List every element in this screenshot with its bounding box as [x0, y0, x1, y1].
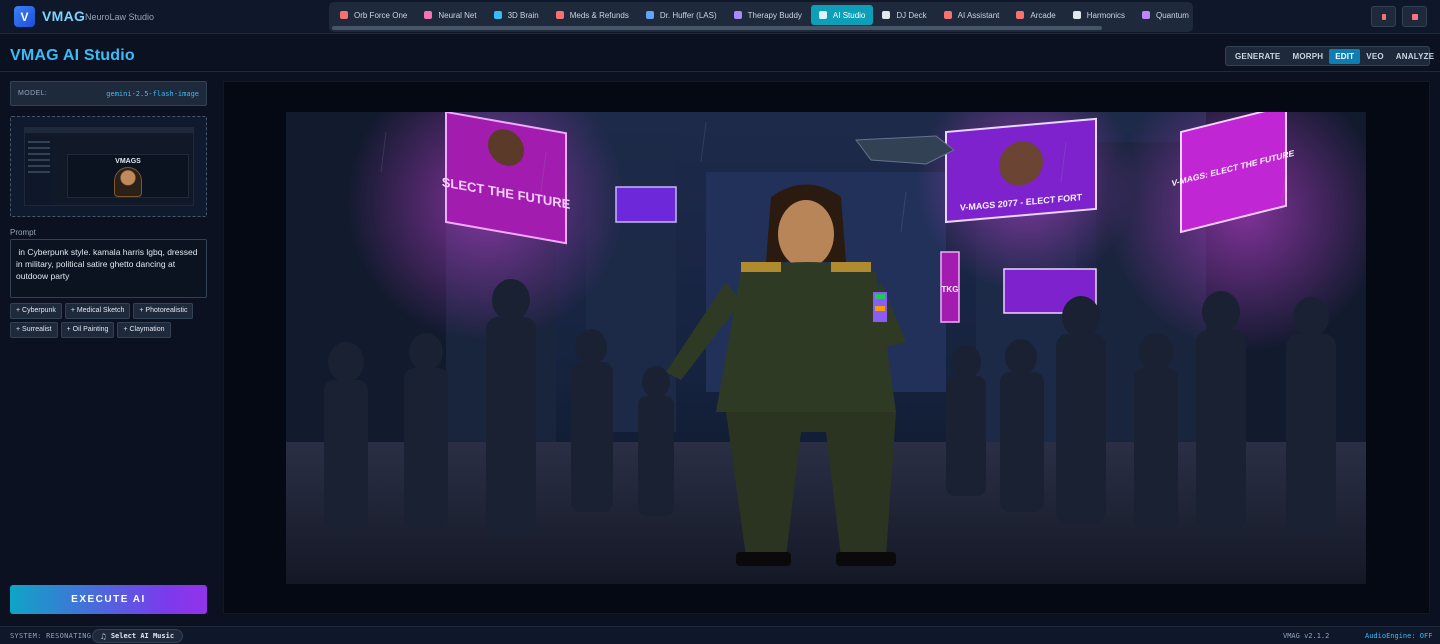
mic-icon — [1381, 13, 1386, 20]
thumb-topbar — [25, 128, 193, 133]
nav-tab-label: AI Studio — [832, 10, 866, 20]
nav-tab-label: Quantum — [1156, 10, 1189, 20]
status-bar: SYSTEM: RESONATING ♫ Select AI Music VMA… — [0, 626, 1440, 644]
music-label: Select AI Music — [110, 632, 175, 640]
nav-tab-label: AI Assistant — [957, 10, 1000, 20]
mode-tab-generate[interactable]: GENERATE — [1229, 49, 1286, 64]
system-status: SYSTEM: RESONATING — [10, 632, 92, 640]
mode-tabs: GENERATE MORPH EDIT VEO ANALYZE — [1225, 46, 1434, 66]
nav-tab-label: Neural Net — [438, 10, 477, 20]
profile-button[interactable] — [1402, 6, 1427, 27]
uploaded-image-thumbnail: VMAGS — [24, 127, 194, 206]
nav-tab-therapy-buddy[interactable]: Therapy Buddy — [726, 5, 810, 25]
nav-tab-ai-studio[interactable]: AI Studio — [810, 5, 874, 25]
nav-tab-neural-net[interactable]: Neural Net — [416, 5, 484, 25]
nav-scrollbar[interactable] — [332, 26, 1102, 30]
nav-tab-dr-huffer-las[interactable]: Dr. Huffer (LAS) — [638, 5, 725, 25]
mic-button[interactable] — [1371, 6, 1396, 27]
generated-image: SLECT THE FUTURE V-MAGS 2077 - ELECT FOR… — [286, 112, 1366, 584]
nav-tab-label: Dr. Huffer (LAS) — [659, 10, 717, 20]
style-chip-surrealist[interactable]: + Surrealist — [10, 322, 58, 338]
brain-icon — [424, 11, 433, 19]
style-chip-oil-painting[interactable]: + Oil Painting — [60, 322, 115, 338]
nav-tabs: Orb Force One Neural Net 3D Brain Meds & Re… — [329, 2, 1193, 32]
nav-tab-3d-brain[interactable]: 3D Brain — [486, 5, 547, 25]
style-chips: + Cyberpunk + Medical Sketch + Photorealis… — [10, 303, 207, 338]
execute-ai-button[interactable]: EXECUTE AI — [10, 585, 207, 614]
audio-engine-status[interactable]: AudioEngine: OFF — [1365, 632, 1432, 640]
style-chip-photorealistic[interactable]: + Photorealistic — [133, 303, 194, 319]
nav-tab-label: DJ Deck — [896, 10, 927, 20]
pill-icon — [555, 11, 564, 19]
nav-tab-harmonics[interactable]: Harmonics — [1065, 5, 1133, 25]
header-divider — [0, 71, 1440, 72]
thumb-title: VMAGS — [115, 158, 141, 165]
nav-tab-label: Therapy Buddy — [747, 10, 802, 20]
app-logo[interactable]: V — [14, 6, 35, 27]
nav-tab-meds-refunds[interactable]: Meds & Refunds — [548, 5, 637, 25]
thumb-canvas: VMAGS — [67, 154, 189, 198]
nav-tab-label: Meds & Refunds — [569, 10, 629, 20]
nav-tab-dj-deck[interactable]: DJ Deck — [874, 5, 934, 25]
cube-icon — [493, 11, 502, 19]
mode-tab-edit[interactable]: EDIT — [1329, 48, 1361, 64]
select-ai-music-button[interactable]: ♫ Select AI Music — [92, 629, 184, 643]
app-name: VMAG — [42, 8, 86, 24]
robot-icon — [943, 11, 952, 19]
mode-tab-analyze[interactable]: ANALYZE — [1390, 49, 1440, 64]
shield-icon — [645, 11, 654, 19]
palette-icon — [818, 11, 827, 19]
logo-letter: V — [20, 9, 29, 24]
prompt-input[interactable]: in Cyberpunk style. kamala harris lgbq, … — [10, 239, 207, 298]
quantum-icon — [1142, 11, 1150, 19]
model-selector[interactable]: MODEL: gemini-2.5-flash-image — [10, 81, 207, 106]
page-title: VMAG AI Studio — [10, 47, 135, 64]
image-upload-zone[interactable]: VMAGS — [10, 116, 207, 217]
mode-tab-veo[interactable]: VEO — [1360, 49, 1390, 64]
music-note-icon: ♫ — [101, 631, 106, 641]
nav-tab-orb-force-one[interactable]: Orb Force One — [332, 5, 415, 25]
style-chip-claymation[interactable]: + Claymation — [117, 322, 171, 338]
thumb-sidebar — [25, 137, 53, 205]
nav-tab-label: Orb Force One — [354, 10, 408, 20]
model-value: gemini-2.5-flash-image — [106, 90, 199, 98]
nav-tab-ai-assistant[interactable]: AI Assistant — [936, 5, 1008, 25]
style-chip-cyberpunk[interactable]: + Cyberpunk — [10, 303, 62, 319]
nav-tab-label: Arcade — [1030, 10, 1056, 20]
app-version: VMAG v2.1.2 — [1283, 632, 1330, 640]
orb-icon — [340, 11, 348, 19]
nav-tab-quantum[interactable]: Quantum — [1134, 5, 1193, 25]
top-bar: V VMAG NeuroLaw Studio Orb Force One Neur… — [0, 0, 1440, 34]
model-label: MODEL: — [18, 90, 48, 97]
nav-tab-arcade[interactable]: Arcade — [1008, 5, 1063, 25]
headphones-icon — [882, 11, 891, 19]
style-chip-medical-sketch[interactable]: + Medical Sketch — [64, 303, 131, 319]
chart-icon — [1072, 11, 1081, 19]
output-canvas: SLECT THE FUTURE V-MAGS 2077 - ELECT FOR… — [223, 81, 1430, 614]
app-subtitle: NeuroLaw Studio — [85, 12, 155, 22]
nav-tab-label: 3D Brain — [507, 10, 539, 20]
thumb-portrait — [114, 167, 142, 197]
joystick-icon — [1016, 11, 1025, 19]
mode-tab-morph[interactable]: MORPH — [1286, 49, 1329, 64]
nav-tab-label: Harmonics — [1086, 10, 1125, 20]
prompt-label: Prompt — [10, 228, 36, 237]
profile-icon — [1411, 13, 1418, 20]
nav-list: Orb Force One Neural Net 3D Brain Meds & Re… — [329, 2, 1193, 26]
generated-image-art: SLECT THE FUTURE V-MAGS 2077 - ELECT FOR… — [286, 112, 1366, 584]
chat-icon — [733, 11, 742, 19]
billboard-text: TKG — [942, 285, 959, 294]
